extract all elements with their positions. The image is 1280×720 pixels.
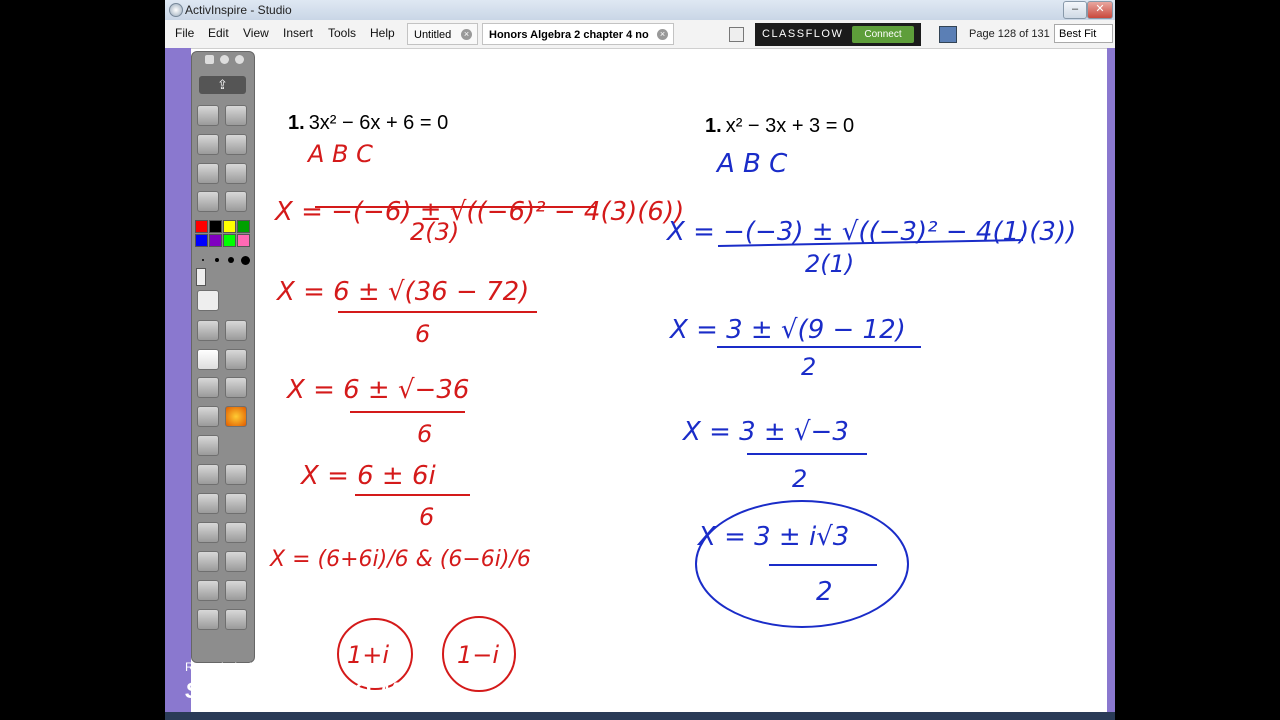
hw-right-5: X = 3 ± √−3 xyxy=(681,417,849,447)
hw-right-3: X = 3 ± √(9 − 12) xyxy=(668,315,906,345)
watermark-logo: SCREENCAST-O-MATIC xyxy=(185,678,454,703)
taskbar xyxy=(165,712,1115,720)
hw-right-8: 2 xyxy=(816,577,833,607)
hw-right-4: 2 xyxy=(801,353,816,381)
hw-right-0: A B C xyxy=(715,149,788,179)
watermark-caption: Recorded with xyxy=(185,660,262,674)
hw-right-2: 2(1) xyxy=(805,250,854,278)
activinspire-window: ActivInspire - Studio – ✕ File Edit View… xyxy=(165,0,1115,720)
hw-right-7: X = 3 ± i√3 xyxy=(696,522,849,552)
handwriting-right: A B C X = −(−3) ± √((−3)² − 4(1)(3)) 2(1… xyxy=(665,149,1076,628)
hw-right-6: 2 xyxy=(792,465,807,493)
